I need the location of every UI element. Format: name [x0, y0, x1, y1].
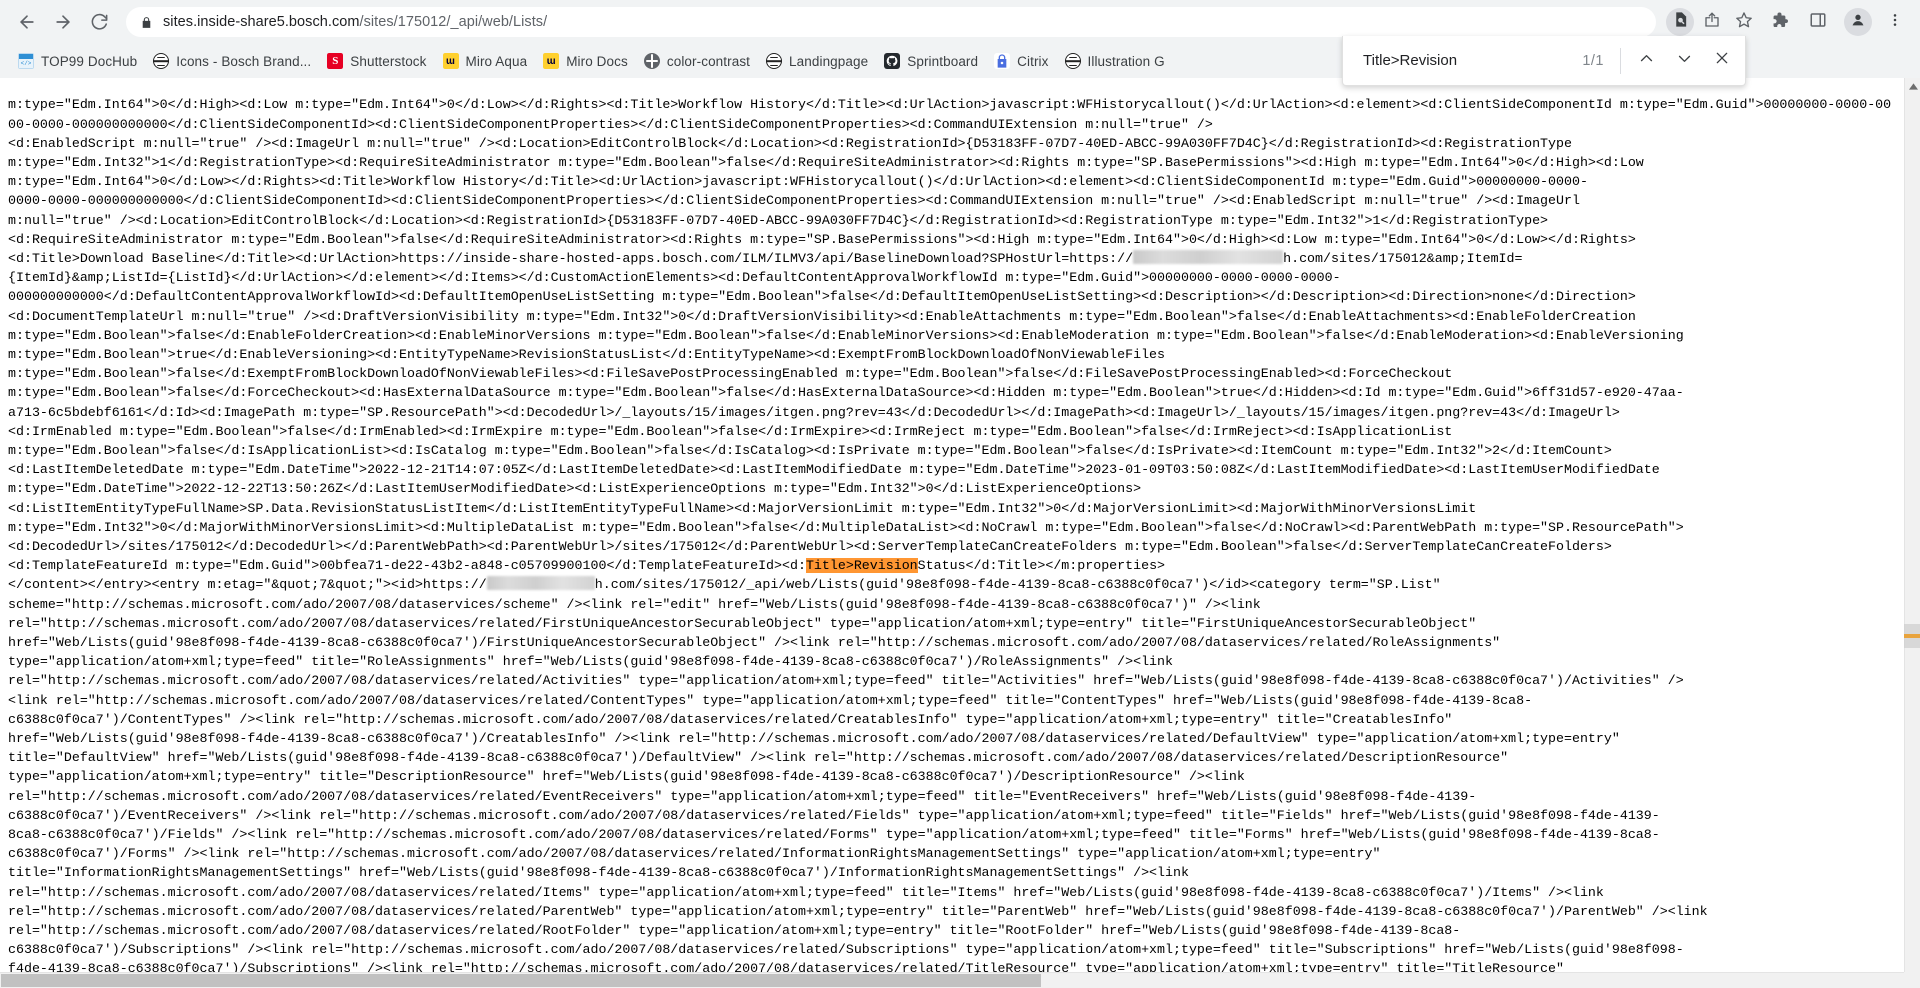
find-divider	[1620, 47, 1621, 74]
reader-mode-icon	[1672, 11, 1689, 33]
reader-mode-button[interactable]	[1666, 8, 1694, 36]
bosch-favicon	[766, 53, 783, 69]
github-favicon	[884, 53, 901, 69]
address-bar[interactable]: sites.inside-share5.bosch.com/sites/1750…	[126, 7, 1656, 37]
extensions-button[interactable]	[1764, 5, 1796, 39]
bookmark-label: color-contrast	[666, 53, 751, 69]
find-match-count: 1/1	[1582, 52, 1604, 69]
xml-raw-text: m:type="Edm.Int64">0</d:High><d:Low m:ty…	[8, 97, 1892, 988]
profile-button[interactable]	[1844, 8, 1872, 36]
three-dots-menu-icon	[1887, 12, 1903, 33]
bookmark-label: Icons - Bosch Brand...	[176, 53, 312, 69]
close-x-icon	[1714, 50, 1730, 71]
bosch-favicon	[1064, 53, 1081, 69]
bookmark-label: Landingpage	[789, 53, 869, 69]
dochub-favicon: </>	[18, 53, 34, 69]
bookmark-miro-docs[interactable]: ɯ Miro Docs	[535, 48, 636, 74]
horizontal-scrollbar[interactable]	[0, 972, 1904, 988]
arrow-right-icon	[53, 12, 73, 32]
puzzle-piece-icon	[1771, 11, 1789, 34]
bosch-favicon	[153, 53, 170, 69]
reload-icon	[90, 13, 109, 32]
bookmark-icons-bosch-brand[interactable]: Icons - Bosch Brand...	[145, 48, 319, 74]
chrome-menu-button[interactable]	[1880, 5, 1910, 39]
bookmark-label: Miro Docs	[566, 53, 628, 69]
bookmark-miro-aqua[interactable]: ɯ Miro Aqua	[435, 48, 536, 74]
page-viewport: m:type="Edm.Int64">0</d:High><d:Low m:ty…	[0, 78, 1920, 988]
bookmark-button[interactable]	[1730, 8, 1758, 36]
horizontal-scroll-thumb[interactable]	[1, 974, 1041, 987]
bookmark-landingpage[interactable]: Landingpage	[758, 48, 876, 74]
miro-favicon: ɯ	[543, 53, 560, 69]
side-panel-button[interactable]	[1802, 5, 1834, 39]
bookmark-sprintboard[interactable]: Sprintboard	[876, 48, 986, 74]
citrix-favicon	[994, 53, 1011, 69]
redacted-text	[1133, 249, 1284, 264]
person-avatar-icon	[1850, 12, 1866, 33]
share-icon	[1703, 11, 1721, 34]
find-result-marker	[1904, 634, 1920, 638]
bookmark-top99-dochub[interactable]: </> TOP99 DocHub	[10, 48, 145, 74]
reload-button[interactable]	[82, 5, 116, 39]
chevron-up-icon	[1638, 50, 1655, 72]
bookmark-label: Sprintboard	[907, 53, 979, 69]
bookmark-shutterstock[interactable]: S Shutterstock	[319, 48, 434, 74]
url-text: sites.inside-share5.bosch.com/sites/1750…	[163, 14, 548, 30]
bookmark-label: TOP99 DocHub	[41, 53, 138, 69]
vertical-scrollbar[interactable]	[1904, 78, 1920, 988]
bookmark-citrix[interactable]: Citrix	[986, 48, 1056, 74]
bookmark-label: Citrix	[1017, 53, 1049, 69]
redacted-text	[486, 576, 595, 591]
scroll-up-arrow-icon[interactable]	[1905, 78, 1920, 95]
find-close-button[interactable]	[1703, 42, 1741, 80]
lock-icon	[140, 16, 153, 29]
share-button[interactable]	[1698, 8, 1726, 36]
side-panel-icon	[1809, 11, 1827, 34]
bookmark-label: Miro Aqua	[465, 53, 528, 69]
bookmark-label: Illustration G	[1087, 53, 1165, 69]
globe-favicon	[643, 53, 660, 69]
scrollbar-corner	[1904, 972, 1920, 988]
miro-favicon: ɯ	[442, 53, 459, 69]
arrow-left-icon	[17, 12, 37, 32]
shutterstock-favicon: S	[327, 53, 344, 69]
star-icon	[1735, 11, 1753, 34]
find-input[interactable]	[1361, 51, 1583, 70]
find-in-page-bar: 1/1	[1342, 36, 1746, 86]
chevron-down-icon	[1676, 50, 1693, 72]
find-previous-button[interactable]	[1627, 42, 1665, 80]
bookmark-label: Shutterstock	[350, 53, 427, 69]
bookmark-illustration-g[interactable]: Illustration G	[1057, 48, 1173, 74]
search-highlight: Title>Revision	[805, 558, 918, 574]
browser-chrome: sites.inside-share5.bosch.com/sites/1750…	[0, 0, 1920, 86]
forward-button[interactable]	[46, 5, 80, 39]
bookmark-color-contrast[interactable]: color-contrast	[636, 48, 758, 74]
find-next-button[interactable]	[1665, 42, 1703, 80]
back-button[interactable]	[10, 5, 44, 39]
